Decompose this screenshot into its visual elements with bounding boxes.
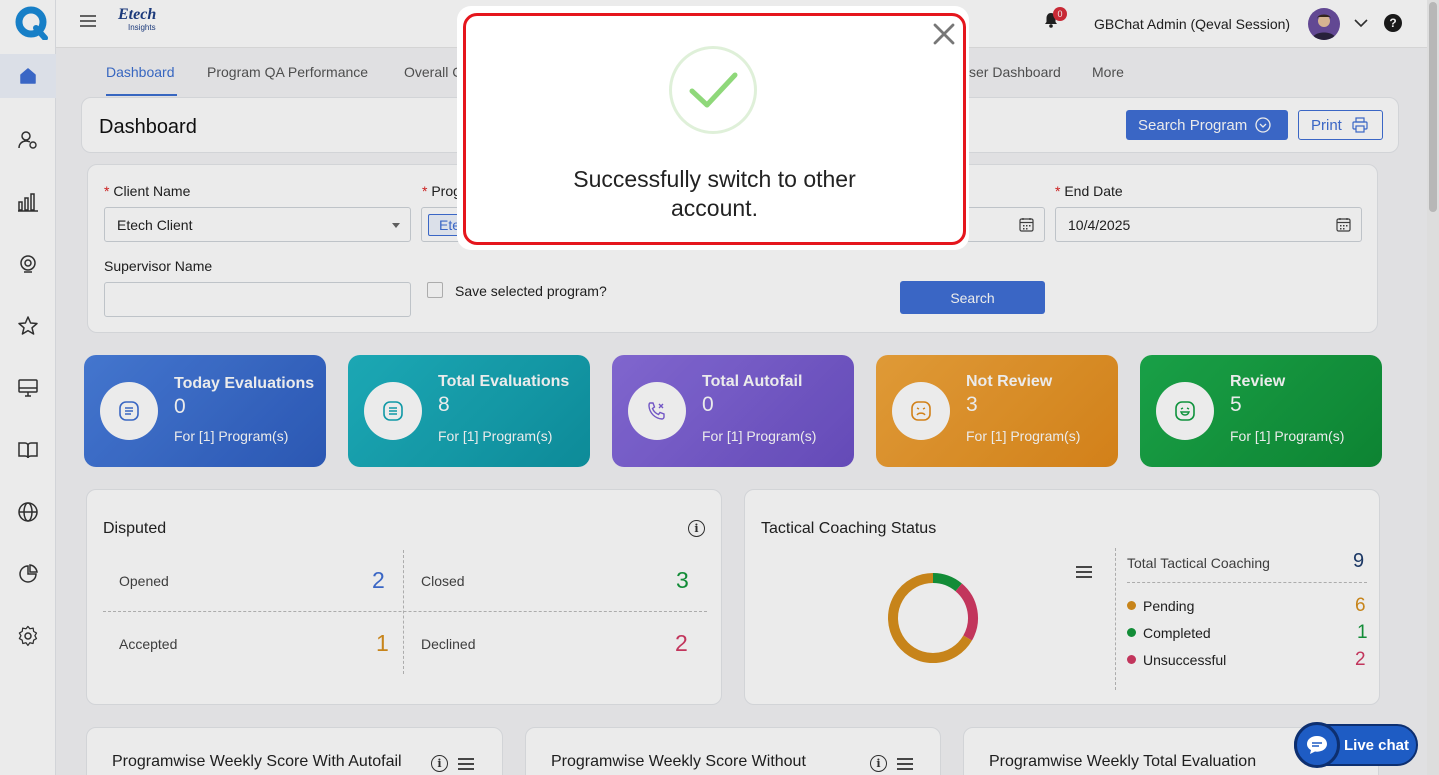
- success-check-icon: [669, 46, 757, 134]
- live-chat-label: Live chat: [1344, 736, 1410, 754]
- chat-bubble-icon: [1294, 722, 1340, 768]
- success-message: Successfully switch to other account.: [573, 166, 856, 221]
- close-icon[interactable]: [932, 22, 956, 46]
- live-chat-button[interactable]: Live chat: [1294, 722, 1418, 768]
